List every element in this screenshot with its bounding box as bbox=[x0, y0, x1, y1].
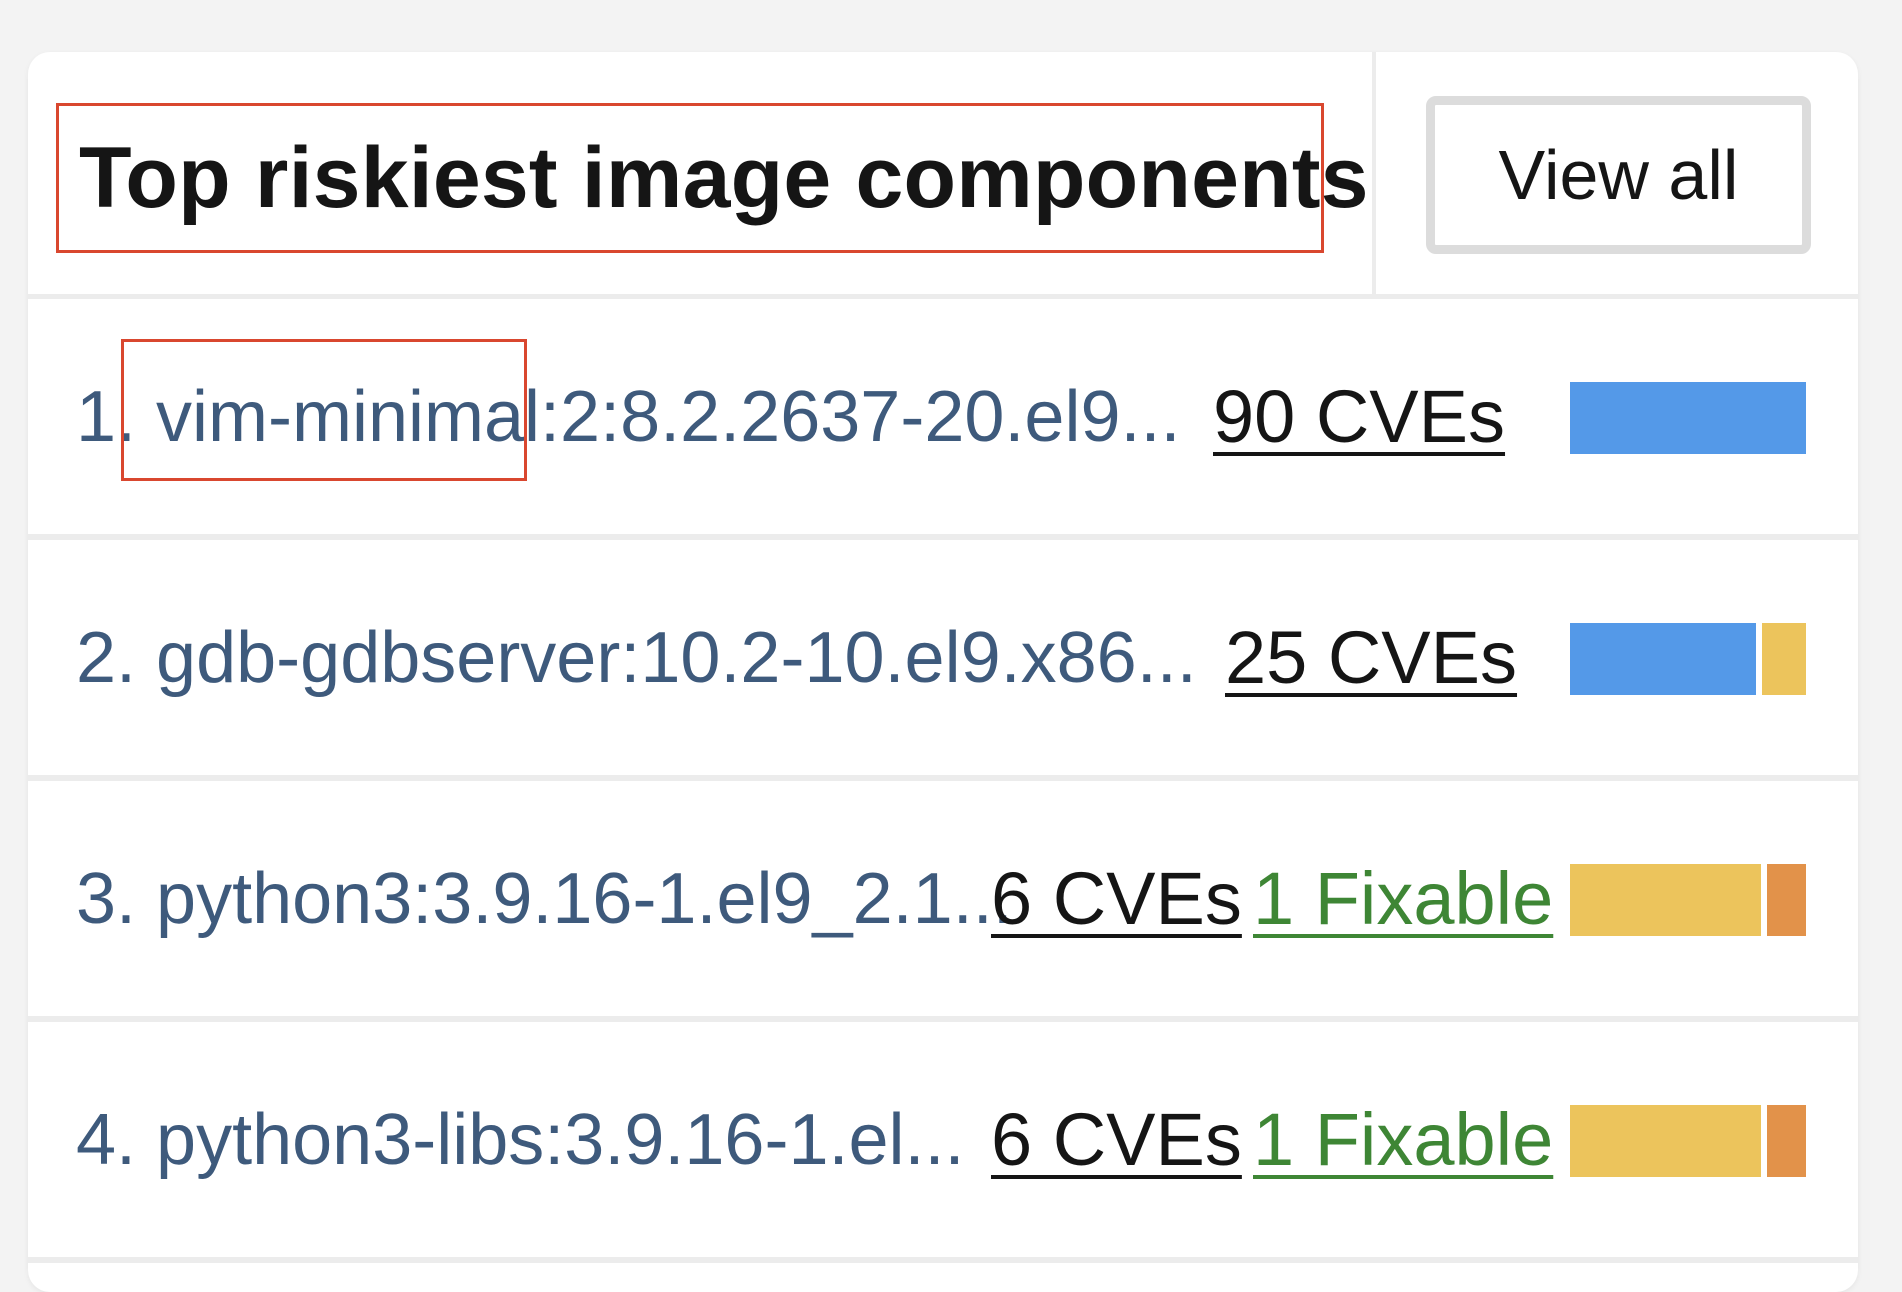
cve-count-link[interactable]: 90 CVEs bbox=[1213, 299, 1505, 534]
fixable-link[interactable]: 1 Fixable bbox=[1253, 1022, 1553, 1257]
severity-bar bbox=[1570, 864, 1806, 936]
component-name: 3. python3:3.9.16-1.el9_2.1... bbox=[76, 858, 1013, 939]
component-row: 2. gdb-gdbserver:10.2-10.el9.x86... 25 C… bbox=[28, 540, 1858, 781]
header-divider bbox=[1372, 52, 1376, 294]
severity-segment-critical bbox=[1767, 864, 1806, 936]
component-row: 1. vim-minimal:2:8.2.2637-20.el9... 90 C… bbox=[28, 299, 1858, 540]
component-row: 3. python3:3.9.16-1.el9_2.1... 6 CVEs 1 … bbox=[28, 781, 1858, 1022]
riskiest-components-card: Top riskiest image components View all 1… bbox=[28, 52, 1858, 1292]
severity-segment-important bbox=[1570, 623, 1756, 695]
severity-segment-moderate bbox=[1570, 1105, 1761, 1177]
fixable-link[interactable]: 1 Fixable bbox=[1253, 781, 1553, 1016]
card-header: Top riskiest image components View all bbox=[28, 52, 1858, 299]
view-all-button[interactable]: View all bbox=[1426, 96, 1811, 254]
component-name: 1. vim-minimal:2:8.2.2637-20.el9... bbox=[76, 376, 1181, 457]
severity-bar bbox=[1570, 623, 1806, 695]
component-name: 2. gdb-gdbserver:10.2-10.el9.x86... bbox=[76, 617, 1197, 698]
cve-count-link[interactable]: 25 CVEs bbox=[1225, 540, 1517, 775]
component-name: 4. python3-libs:3.9.16-1.el... bbox=[76, 1099, 965, 1180]
severity-segment-moderate bbox=[1762, 623, 1806, 695]
severity-bar bbox=[1570, 382, 1806, 454]
severity-segment-important bbox=[1570, 382, 1806, 454]
severity-segment-moderate bbox=[1570, 864, 1761, 936]
severity-segment-critical bbox=[1767, 1105, 1806, 1177]
cve-count-link[interactable]: 6 CVEs bbox=[991, 1022, 1242, 1257]
card-title: Top riskiest image components bbox=[56, 103, 1369, 253]
severity-bar bbox=[1570, 1105, 1806, 1177]
cve-count-link[interactable]: 6 CVEs bbox=[991, 781, 1242, 1016]
component-row: 4. python3-libs:3.9.16-1.el... 6 CVEs 1 … bbox=[28, 1022, 1858, 1263]
